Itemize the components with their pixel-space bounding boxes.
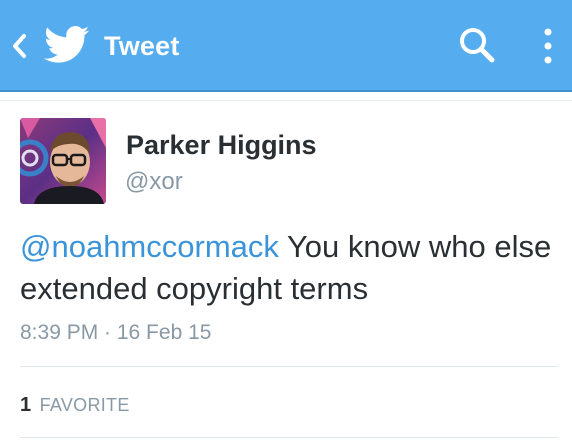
avatar-photo (20, 118, 106, 204)
app-header-bar: Tweet (0, 0, 572, 92)
mention-link[interactable]: @noahmccormack (20, 229, 279, 264)
back-button[interactable] (8, 28, 32, 64)
favorite-label: FAVORITE (39, 395, 130, 415)
overflow-menu-icon (544, 28, 552, 64)
stats-bottom-divider (20, 437, 558, 438)
overflow-menu-button[interactable] (534, 26, 562, 66)
search-icon (460, 28, 495, 63)
header-title: Tweet (104, 31, 180, 61)
favorites-stat[interactable]: 1 FAVORITE (20, 393, 130, 419)
tweet-timestamp: 8:39 PM · 16 Feb 15 (20, 321, 212, 344)
favorite-count: 1 (20, 394, 32, 416)
tweet-body: @noahmccormack You know who else extende… (20, 226, 560, 310)
author-handle[interactable]: @xor (125, 167, 183, 197)
stats-top-divider (20, 366, 558, 367)
author-display-name[interactable]: Parker Higgins (126, 129, 317, 161)
author-avatar[interactable] (20, 118, 106, 204)
twitter-bird-icon (44, 26, 90, 63)
header-divider (0, 100, 572, 101)
chevron-left-icon (13, 34, 26, 58)
search-button[interactable] (456, 24, 500, 68)
